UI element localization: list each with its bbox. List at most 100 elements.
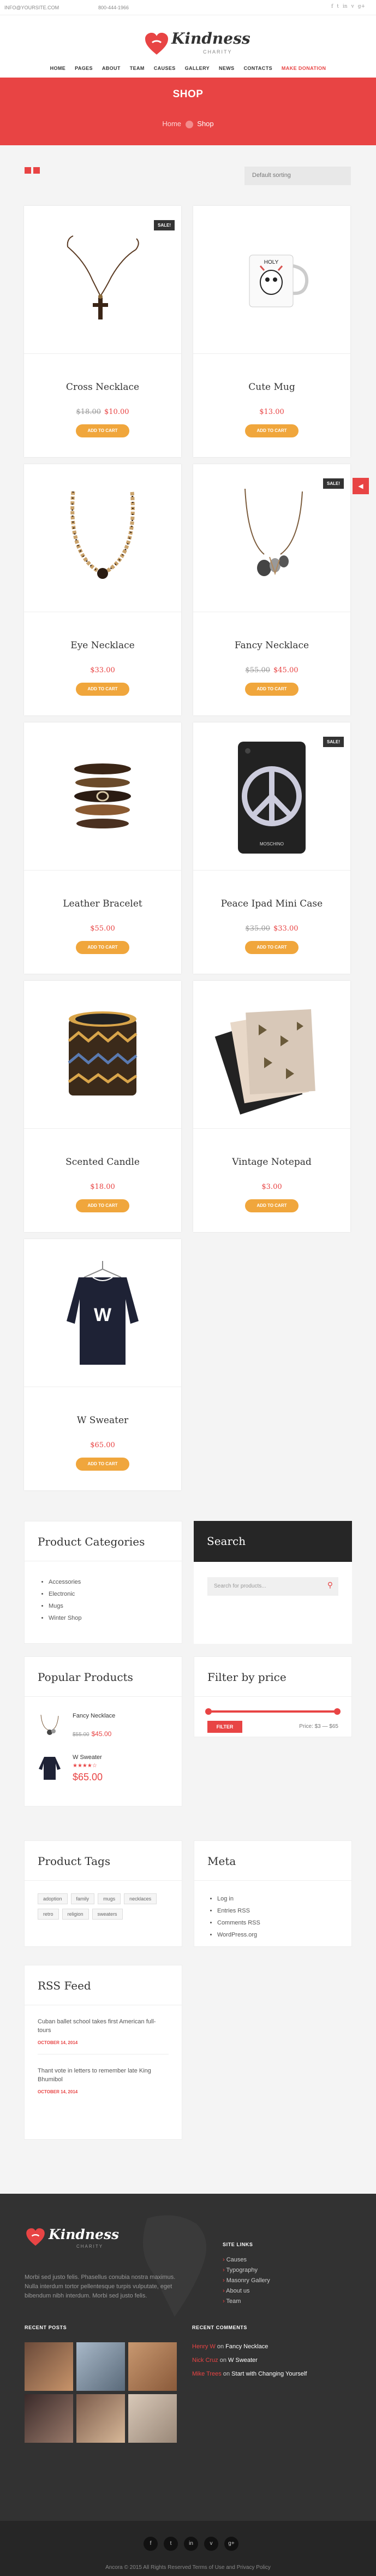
add-to-cart-button[interactable]: ADD TO CART bbox=[76, 1458, 129, 1471]
tag[interactable]: sweaters bbox=[92, 1909, 123, 1920]
recent-post-thumb[interactable] bbox=[128, 2342, 177, 2391]
search-placeholder: Search for products... bbox=[214, 1583, 266, 1589]
product-card[interactable]: SALE! Cross Necklace $18.00 $10.00 ADD TO… bbox=[24, 206, 181, 457]
meta-item[interactable]: Log in bbox=[217, 1893, 260, 1905]
product-card[interactable]: SALE! Fancy Necklace $55.00 $45.00 ADD TO… bbox=[193, 464, 350, 715]
meta-item[interactable]: WordPress.org bbox=[217, 1929, 260, 1941]
contact-email[interactable]: INFO@YOURSITE.COM bbox=[4, 5, 59, 10]
nav-pages[interactable]: PAGES bbox=[75, 66, 93, 71]
add-to-cart-button[interactable]: ADD TO CART bbox=[76, 1199, 129, 1212]
add-to-cart-button[interactable]: ADD TO CART bbox=[245, 683, 299, 696]
tag[interactable]: religion bbox=[62, 1909, 89, 1920]
product-card[interactable]: Vintage Notepad $3.00 ADD TO CART bbox=[193, 981, 350, 1232]
tag[interactable]: adoption bbox=[38, 1893, 68, 1904]
googleplus-icon[interactable]: g+ bbox=[224, 2537, 238, 2551]
footer-logo[interactable]: Kindness CHARITY bbox=[25, 2226, 123, 2259]
twitter-icon[interactable]: t bbox=[337, 4, 339, 9]
comment-item[interactable]: Henry W on Fancy Necklace bbox=[192, 2340, 307, 2354]
tag[interactable]: family bbox=[70, 1893, 95, 1904]
popular-product-name[interactable]: Fancy Necklace bbox=[73, 1713, 115, 1719]
footer-link[interactable]: › Team bbox=[223, 2296, 270, 2307]
comment-item[interactable]: Mike Trees on Start with Changing Yourse… bbox=[192, 2367, 307, 2381]
product-name[interactable]: W Sweater bbox=[24, 1415, 181, 1426]
grid-view-icon[interactable] bbox=[25, 167, 31, 174]
product-name[interactable]: Peace Ipad Mini Case bbox=[193, 898, 350, 909]
cart-side-tab[interactable]: ◀ bbox=[353, 478, 369, 494]
product-card[interactable]: Eye Necklace $33.00 ADD TO CART bbox=[24, 464, 181, 715]
comment-item[interactable]: Nick Cruz on W Sweater bbox=[192, 2354, 307, 2367]
product-name[interactable]: Vintage Notepad bbox=[193, 1157, 350, 1168]
footer-logo-name: Kindness bbox=[49, 2226, 120, 2242]
category-item[interactable]: Winter Shop bbox=[49, 1612, 82, 1624]
nav-contacts[interactable]: CONTACTS bbox=[243, 66, 272, 71]
meta-item[interactable]: Entries RSS bbox=[217, 1905, 260, 1917]
nav-causes[interactable]: CAUSES bbox=[154, 66, 176, 71]
filter-button[interactable]: FILTER bbox=[207, 1721, 242, 1733]
add-to-cart-button[interactable]: ADD TO CART bbox=[245, 941, 299, 954]
category-item[interactable]: Electronic bbox=[49, 1588, 82, 1600]
slider-handle-min[interactable] bbox=[205, 1708, 212, 1715]
footer-link[interactable]: › About us bbox=[223, 2286, 270, 2296]
popular-product-name[interactable]: W Sweater bbox=[73, 1754, 102, 1761]
product-card[interactable]: MOSCHINO SALE! Peace Ipad Mini Case $35.… bbox=[193, 723, 350, 974]
add-to-cart-button[interactable]: ADD TO CART bbox=[76, 683, 129, 696]
facebook-icon[interactable]: f bbox=[331, 4, 333, 9]
product-card[interactable]: HOLY Cute Mug $13.00 ADD TO CART bbox=[193, 206, 350, 457]
nav-gallery[interactable]: GALLERY bbox=[185, 66, 210, 71]
product-card[interactable]: Leather Bracelet $55.00 ADD TO CART bbox=[24, 723, 181, 974]
linkedin-icon[interactable]: in bbox=[343, 4, 348, 9]
recent-post-thumb[interactable] bbox=[76, 2342, 125, 2391]
tag[interactable]: necklaces bbox=[124, 1893, 157, 1904]
list-view-icon[interactable] bbox=[33, 167, 40, 174]
product-name[interactable]: Fancy Necklace bbox=[193, 640, 350, 651]
rss-item-title[interactable]: Cuban ballet school takes first American… bbox=[38, 2017, 166, 2035]
facebook-icon[interactable]: f bbox=[144, 2537, 158, 2551]
main-nav: HOME PAGES ABOUT TEAM CAUSES GALLERY NEW… bbox=[0, 66, 376, 71]
tag[interactable]: retro bbox=[38, 1909, 59, 1920]
tag[interactable]: mugs bbox=[98, 1893, 121, 1904]
footer-link[interactable]: › Typography bbox=[223, 2265, 270, 2276]
product-name[interactable]: Cross Necklace bbox=[24, 382, 181, 393]
popular-product-price: $65.00 bbox=[73, 1772, 103, 1783]
nav-home[interactable]: HOME bbox=[50, 66, 66, 71]
nav-team[interactable]: TEAM bbox=[130, 66, 145, 71]
breadcrumb-home[interactable]: Home bbox=[162, 120, 181, 128]
site-logo[interactable]: Kindness CHARITY bbox=[143, 27, 250, 60]
price-slider[interactable] bbox=[207, 1710, 338, 1713]
recent-post-thumb[interactable] bbox=[76, 2394, 125, 2443]
fancy-necklace-thumb[interactable] bbox=[37, 1712, 63, 1738]
category-item[interactable]: Accessories bbox=[49, 1576, 82, 1588]
product-name[interactable]: Eye Necklace bbox=[24, 640, 181, 651]
product-card[interactable]: Scented Candle $18.00 ADD TO CART bbox=[24, 981, 181, 1232]
sort-select[interactable]: Default sorting bbox=[244, 167, 351, 185]
add-to-cart-button[interactable]: ADD TO CART bbox=[76, 424, 129, 437]
recent-post-thumb[interactable] bbox=[128, 2394, 177, 2443]
category-item[interactable]: Mugs bbox=[49, 1600, 82, 1612]
add-to-cart-button[interactable]: ADD TO CART bbox=[245, 424, 299, 437]
recent-post-thumb[interactable] bbox=[25, 2394, 73, 2443]
rss-item-title[interactable]: Thant vote in letters to remember late K… bbox=[38, 2066, 166, 2084]
add-to-cart-button[interactable]: ADD TO CART bbox=[76, 941, 129, 954]
nav-news[interactable]: NEWS bbox=[219, 66, 235, 71]
slider-handle-max[interactable] bbox=[334, 1708, 341, 1715]
linkedin-icon[interactable]: in bbox=[184, 2537, 198, 2551]
googleplus-icon[interactable]: g+ bbox=[358, 4, 365, 9]
footer-link[interactable]: › Masonry Gallery bbox=[223, 2276, 270, 2286]
mug-text: HOLY bbox=[264, 259, 279, 265]
vimeo-icon[interactable]: v bbox=[351, 4, 354, 9]
search-field[interactable]: Search for products... ⚲ bbox=[207, 1577, 338, 1596]
twitter-icon[interactable]: t bbox=[164, 2537, 178, 2551]
make-donation-button[interactable]: MAKE DONATION bbox=[282, 66, 326, 71]
vimeo-icon[interactable]: v bbox=[204, 2537, 218, 2551]
nav-about[interactable]: ABOUT bbox=[102, 66, 121, 71]
footer-link[interactable]: › Causes bbox=[223, 2255, 270, 2265]
product-name[interactable]: Leather Bracelet bbox=[24, 898, 181, 909]
product-name[interactable]: Cute Mug bbox=[193, 382, 350, 393]
w-sweater-thumb[interactable] bbox=[37, 1752, 63, 1782]
product-card[interactable]: W W Sweater $65.00 ADD TO CART bbox=[24, 1239, 181, 1490]
meta-item[interactable]: Comments RSS bbox=[217, 1917, 260, 1929]
recent-post-thumb[interactable] bbox=[25, 2342, 73, 2391]
product-name[interactable]: Scented Candle bbox=[24, 1157, 181, 1168]
search-icon[interactable]: ⚲ bbox=[327, 1581, 333, 1590]
add-to-cart-button[interactable]: ADD TO CART bbox=[245, 1199, 299, 1212]
